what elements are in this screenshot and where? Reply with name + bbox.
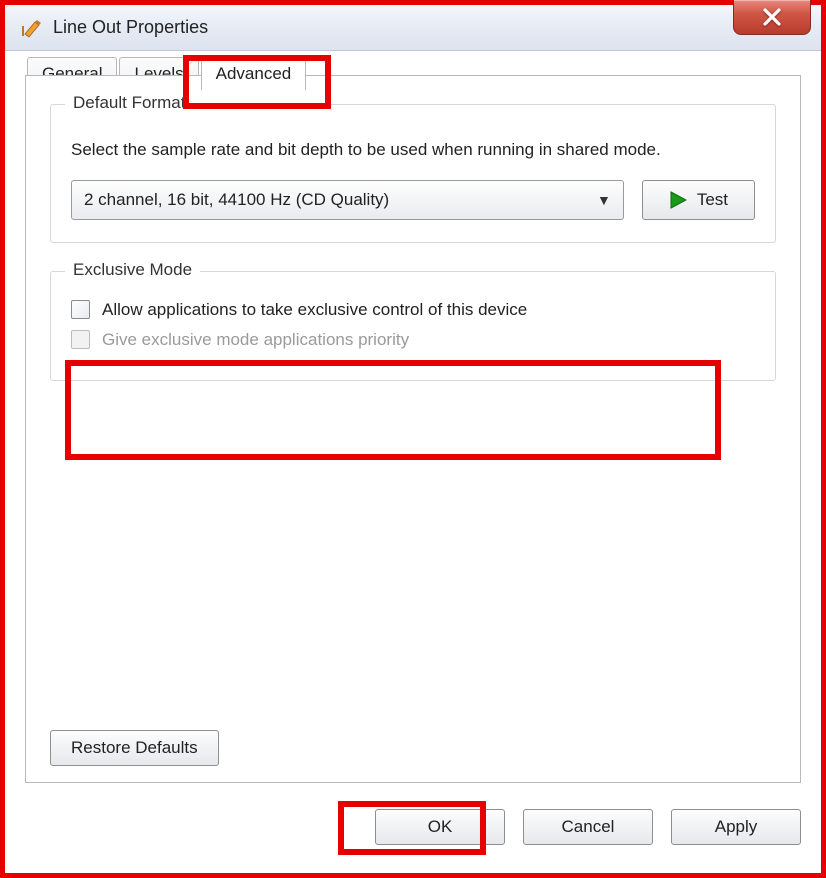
play-icon (669, 191, 687, 209)
dialog-button-bar: OK Cancel Apply (25, 809, 801, 845)
apply-button-label: Apply (715, 817, 758, 837)
tab-panel-advanced: Default Format Select the sample rate an… (25, 75, 801, 783)
window-title: Line Out Properties (53, 17, 208, 38)
default-format-description: Select the sample rate and bit depth to … (71, 139, 755, 162)
ok-button-label: OK (428, 817, 453, 837)
legend-default-format: Default Format (65, 93, 193, 113)
ok-button[interactable]: OK (375, 809, 505, 845)
restore-defaults-button[interactable]: Restore Defaults (50, 730, 219, 766)
checkbox-icon (71, 330, 90, 349)
apply-button[interactable]: Apply (671, 809, 801, 845)
tab-advanced[interactable]: Advanced (201, 57, 307, 91)
close-icon (761, 6, 783, 28)
checkbox-exclusive-priority: Give exclusive mode applications priorit… (71, 330, 755, 350)
chevron-down-icon: ▼ (597, 192, 611, 208)
window-frame: Line Out Properties General Levels Advan… (0, 0, 826, 878)
cancel-button-label: Cancel (562, 817, 615, 837)
window-icon (19, 16, 43, 40)
checkbox-icon (71, 300, 90, 319)
test-button[interactable]: Test (642, 180, 755, 220)
sample-rate-select[interactable]: 2 channel, 16 bit, 44100 Hz (CD Quality)… (71, 180, 624, 220)
sample-rate-value: 2 channel, 16 bit, 44100 Hz (CD Quality) (84, 190, 389, 210)
checkbox-exclusive-priority-label: Give exclusive mode applications priorit… (102, 330, 409, 350)
test-button-label: Test (697, 190, 728, 210)
restore-defaults-label: Restore Defaults (71, 738, 198, 758)
checkbox-allow-exclusive[interactable]: Allow applications to take exclusive con… (71, 300, 755, 320)
close-button[interactable] (733, 0, 811, 35)
fieldset-default-format: Default Format Select the sample rate an… (50, 104, 776, 243)
fieldset-exclusive-mode: Exclusive Mode Allow applications to tak… (50, 271, 776, 381)
legend-exclusive-mode: Exclusive Mode (65, 260, 200, 280)
cancel-button[interactable]: Cancel (523, 809, 653, 845)
checkbox-allow-exclusive-label: Allow applications to take exclusive con… (102, 300, 527, 320)
titlebar: Line Out Properties (5, 5, 821, 51)
